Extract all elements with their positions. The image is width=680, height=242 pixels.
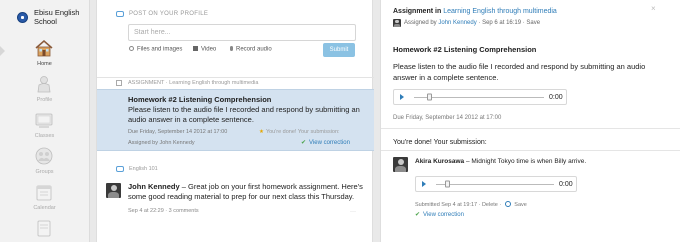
more-options-icon[interactable]: ··· (350, 209, 356, 215)
speech-bubble-icon (116, 11, 124, 17)
submission-text: Akira Kurosawa – Midnight Tokyo time is … (415, 158, 586, 165)
sidebar-nav: Home Profile Classes Groups Calendar (0, 34, 89, 242)
view-correction-label: View correction (309, 140, 350, 146)
post-meta[interactable]: Sep 4 at 22:29 · 3 comments (128, 208, 199, 214)
submission-body: – Midnight Tokyo time is when Billy arri… (464, 158, 587, 165)
submission-meta-text[interactable]: Submitted Sep 4 at 19:17 · Delete · (415, 202, 503, 208)
assignment-due: Due Friday, September 14 2012 at 17:00 (128, 129, 228, 135)
document-icon (37, 220, 51, 237)
audio-label: Record audio (236, 46, 272, 53)
feed-post: John Kennedy – Great job on your first h… (97, 180, 374, 242)
assignment-header: ASSIGNMENT · Learning English through mu… (97, 78, 374, 89)
sidebar-item-label: Profile (36, 97, 53, 103)
chalkboard-icon (35, 113, 53, 128)
calendar-icon (36, 185, 52, 201)
submission-audio-player[interactable]: 0:00 (415, 176, 577, 192)
assignment-detail-panel: × Assignment in Learning English through… (380, 0, 680, 242)
groups-icon (35, 147, 53, 165)
audio-track[interactable] (414, 97, 544, 98)
sidebar-item-more[interactable] (0, 214, 89, 242)
assigned-by: Assigned by John Kennedy (128, 140, 195, 146)
class-link[interactable]: Learning English through multimedia (443, 8, 557, 15)
school-logo[interactable]: Ebisu English School (4, 4, 88, 34)
post-input[interactable]: Start here... (128, 24, 356, 41)
speech-bubble-icon (116, 166, 124, 172)
assignment-icon (116, 80, 122, 86)
close-icon[interactable]: × (651, 4, 656, 13)
sidebar-item-label: Classes (34, 133, 55, 139)
paperclip-icon (129, 46, 134, 51)
avatar[interactable] (393, 157, 408, 172)
submission-status: You're done! Your submission: (393, 139, 487, 146)
sidebar-item-label: Groups (35, 169, 54, 175)
school-name: Ebisu English School (34, 8, 80, 26)
view-correction-label: View correction (423, 212, 464, 218)
audio-track[interactable] (436, 184, 554, 185)
post-text: John Kennedy – Great job on your first h… (128, 182, 366, 202)
school-badge-icon (17, 12, 28, 23)
teacher-link[interactable]: John Kennedy (438, 20, 476, 26)
avatar[interactable] (106, 183, 121, 198)
sidebar-item-classes[interactable]: Classes (0, 106, 89, 142)
composer-label: POST ON YOUR PROFILE (129, 11, 209, 17)
post-author[interactable]: John Kennedy (128, 182, 180, 191)
heading-prefix: Assignment in (393, 8, 444, 15)
submission-status: ★ You're done! Your submission: (259, 129, 340, 135)
save-icon[interactable] (504, 201, 511, 207)
submission-meta: Submitted Sep 4 at 19:17 · Delete · Save (415, 201, 527, 208)
detail-assigned-by: Assigned by John Kennedy · Sep 6 at 16:1… (404, 20, 540, 26)
view-correction-link[interactable]: ✔ View correction (415, 211, 464, 218)
sidebar-item-groups[interactable]: Groups (0, 142, 89, 178)
record-audio-button[interactable]: Record audio (230, 46, 272, 53)
save-label[interactable]: Save (513, 202, 527, 208)
microphone-icon (230, 46, 233, 51)
files-label: Files and images (137, 46, 183, 53)
audio-time: 0:00 (559, 181, 573, 188)
detail-heading: Assignment in Learning English through m… (393, 8, 557, 15)
person-icon (37, 76, 51, 93)
sidebar-item-calendar[interactable]: Calendar (0, 178, 89, 214)
post-composer: POST ON YOUR PROFILE Start here... Files… (97, 0, 374, 78)
sidebar-item-label: Home (37, 61, 52, 67)
video-button[interactable]: Video (193, 46, 216, 53)
detail-due: Due Friday, September 14 2012 at 17:00 (393, 115, 502, 121)
avatar[interactable] (393, 19, 401, 27)
detail-title: Homework #2 Listening Comprehension (393, 45, 537, 54)
star-icon: ★ (259, 129, 264, 135)
play-icon[interactable] (422, 181, 426, 187)
assigned-suffix: · Sep 6 at 16:19 · Save (476, 20, 541, 26)
files-and-images-button[interactable]: Files and images (129, 46, 182, 53)
assignment-title: Homework #2 Listening Comprehension (128, 95, 272, 104)
audio-scrubber[interactable] (445, 180, 450, 188)
feed-column: POST ON YOUR PROFILE Start here... Files… (96, 0, 374, 242)
assignment-body: Please listen to the audio file I record… (128, 105, 360, 124)
submission-status-label: You're done! Your submission: (265, 129, 340, 135)
assigned-prefix: Assigned by (404, 20, 439, 26)
assignment-card[interactable]: Homework #2 Listening Comprehension Plea… (97, 89, 374, 151)
sidebar: Ebisu English School Home Profile Classe… (0, 0, 90, 242)
audio-time: 0:00 (549, 94, 563, 101)
submit-button[interactable]: Submit (323, 43, 355, 57)
check-icon: ✔ (415, 212, 421, 218)
video-icon (193, 46, 198, 51)
play-icon[interactable] (400, 94, 404, 100)
post-group-label[interactable]: English 101 (129, 166, 158, 172)
divider (381, 150, 680, 151)
sidebar-item-label: Calendar (33, 205, 56, 211)
view-correction-link[interactable]: ✔ View correction (301, 139, 350, 146)
divider (381, 128, 680, 129)
video-label: Video (201, 46, 217, 53)
audio-player[interactable]: 0:00 (393, 89, 567, 105)
home-icon (35, 40, 53, 57)
check-icon: ✔ (301, 140, 307, 146)
submission-author[interactable]: Akira Kurosawa (415, 158, 464, 165)
assignment-class-label[interactable]: ASSIGNMENT · Learning English through mu… (128, 80, 258, 86)
sidebar-item-home[interactable]: Home (0, 34, 89, 70)
detail-body: Please listen to the audio file I record… (393, 62, 646, 82)
sidebar-item-profile[interactable]: Profile (0, 70, 89, 106)
audio-scrubber[interactable] (427, 93, 432, 101)
